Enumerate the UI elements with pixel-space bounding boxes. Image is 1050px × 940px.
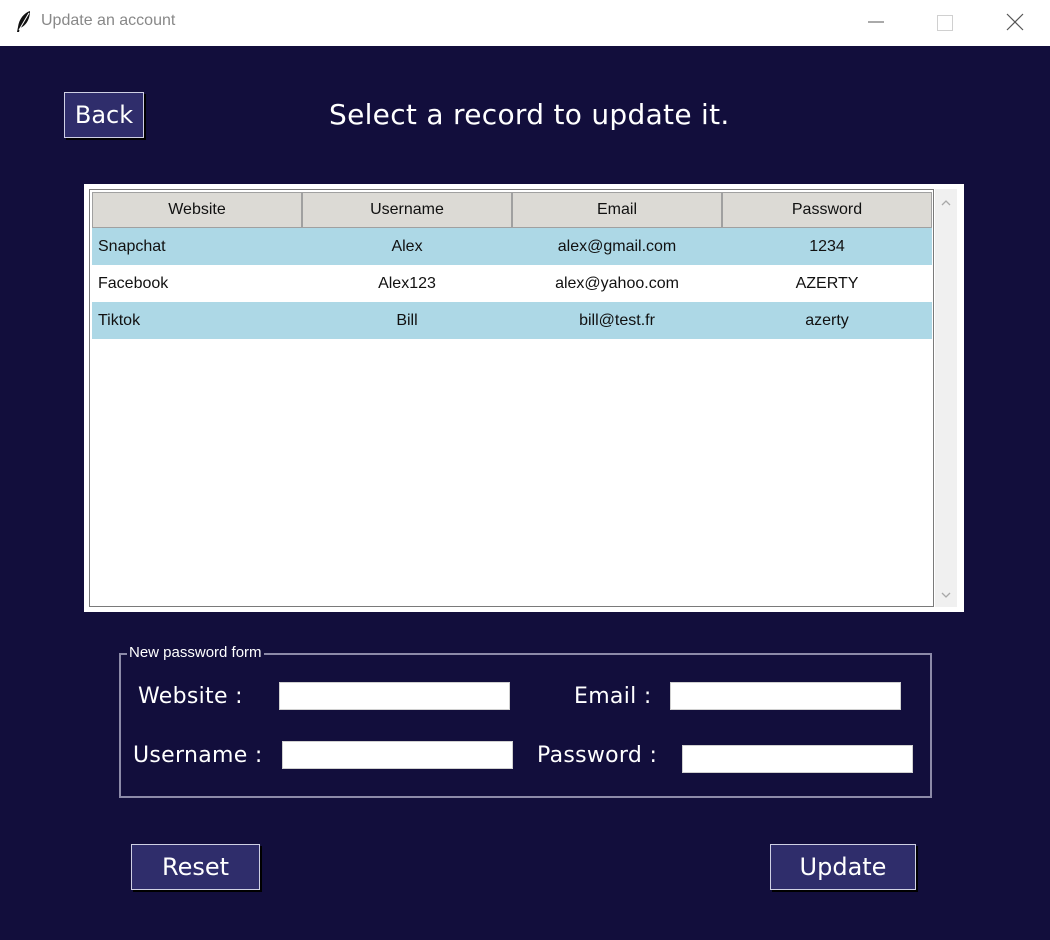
password-label: Password :	[537, 743, 658, 768]
reset-button[interactable]: Reset	[131, 844, 260, 890]
title-bar: Update an account	[0, 0, 1050, 46]
cell-password: AZERTY	[795, 274, 859, 292]
close-button[interactable]	[1005, 11, 1027, 33]
cell-email: alex@yahoo.com	[555, 274, 679, 292]
page-title: Select a record to update it.	[329, 98, 730, 131]
website-input[interactable]	[279, 682, 510, 710]
cell-email: alex@gmail.com	[557, 237, 677, 255]
form-legend: New password form	[127, 644, 264, 661]
minimize-button[interactable]	[866, 11, 888, 33]
username-label: Username :	[133, 743, 263, 768]
table-row[interactable]: Tiktok Bill bill@test.fr azerty	[92, 302, 932, 339]
cell-email: bill@test.fr	[579, 311, 655, 329]
new-password-form	[119, 653, 932, 798]
feather-icon	[15, 10, 33, 34]
maximize-button[interactable]	[935, 11, 957, 33]
table-header: Website Username Email Password	[92, 192, 932, 228]
website-label: Website :	[138, 684, 243, 709]
cell-username: Alex	[391, 237, 423, 255]
records-table-frame: Website Username Email Password Snapchat…	[84, 184, 964, 612]
window-title: Update an account	[41, 12, 176, 29]
cell-username: Bill	[396, 311, 418, 329]
cell-password: 1234	[809, 237, 845, 255]
table-row[interactable]: Snapchat Alex alex@gmail.com 1234	[92, 228, 932, 265]
scroll-up-icon[interactable]	[939, 195, 953, 209]
cell-website: Snapchat	[98, 237, 166, 255]
back-button[interactable]: Back	[64, 92, 144, 138]
scroll-down-icon[interactable]	[939, 587, 953, 601]
records-table[interactable]: Website Username Email Password Snapchat…	[89, 189, 934, 607]
column-header-website[interactable]: Website	[92, 192, 302, 228]
column-header-email[interactable]: Email	[512, 192, 722, 228]
vertical-scrollbar[interactable]	[935, 189, 957, 607]
email-label: Email :	[574, 684, 652, 709]
cell-password: azerty	[805, 311, 849, 329]
cell-username: Alex123	[378, 274, 436, 292]
table-row[interactable]: Facebook Alex123 alex@yahoo.com AZERTY	[92, 265, 932, 302]
username-input[interactable]	[282, 741, 513, 769]
main-window: Back Select a record to update it. Websi…	[0, 46, 1050, 940]
email-input[interactable]	[670, 682, 901, 710]
column-header-password[interactable]: Password	[722, 192, 932, 228]
cell-website: Facebook	[98, 274, 169, 292]
update-button[interactable]: Update	[770, 844, 916, 890]
cell-website: Tiktok	[98, 311, 141, 329]
password-input[interactable]	[682, 745, 913, 773]
column-header-username[interactable]: Username	[302, 192, 512, 228]
